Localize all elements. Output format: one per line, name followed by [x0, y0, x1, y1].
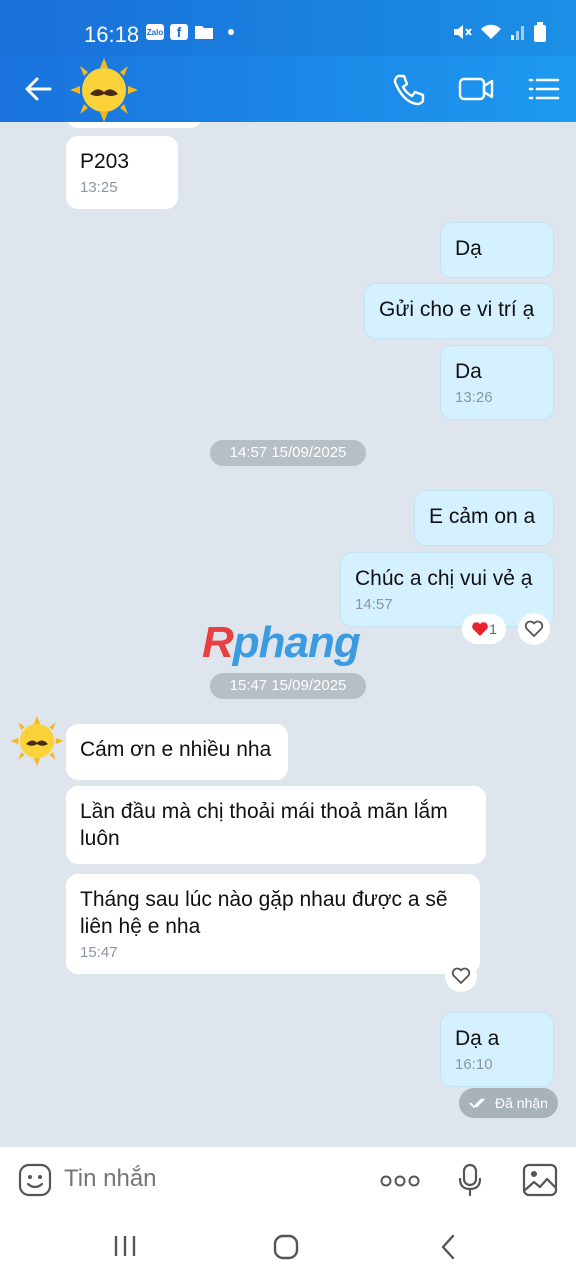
image-icon[interactable]: [522, 1163, 558, 1197]
reaction-badge[interactable]: 1: [462, 614, 506, 644]
message-bubble-partial: [66, 122, 202, 128]
message-time: 15:47: [80, 944, 118, 961]
message-text: P203: [80, 150, 130, 173]
system-icons: [452, 22, 546, 42]
notification-icons: Zalo f: [146, 24, 234, 40]
message-time: 14:57: [355, 596, 393, 613]
message-bubble[interactable]: Tháng sau lúc nào gặp nhau được a sẽ liê…: [66, 874, 480, 974]
react-button[interactable]: [518, 613, 550, 645]
message-text: Da: [455, 360, 482, 383]
system-nav-bar: [0, 1212, 576, 1280]
message-text: E cảm on a: [429, 505, 536, 528]
message-text: Chúc a chị vui vẻ ạ: [355, 567, 533, 590]
message-time: 16:10: [455, 1056, 493, 1073]
message-time: 13:26: [455, 389, 493, 406]
message-text: Gửi cho e vi trí ạ: [379, 298, 535, 321]
date-separator: 14:57 15/09/2025: [210, 440, 366, 466]
message-text: Lần đầu mà chị thoải mái thoả mãn lắm lu…: [80, 800, 448, 850]
menu-list-icon[interactable]: [526, 72, 562, 106]
arrow-left-icon[interactable]: [20, 72, 56, 106]
double-check-icon: [469, 1098, 485, 1109]
heart-outline-icon: [451, 967, 471, 984]
message-bubble[interactable]: Cám ơn e nhiều nha: [66, 724, 288, 780]
phone-icon[interactable]: [390, 72, 426, 106]
signal-icon: [511, 26, 524, 40]
back-nav-icon[interactable]: [438, 1234, 458, 1260]
message-text: Dạ a: [455, 1027, 500, 1050]
watermark: Rphang: [202, 618, 361, 667]
message-text: Cám ơn e nhiều nha: [80, 738, 272, 761]
message-composer: [0, 1146, 576, 1212]
status-time: 16:18: [84, 22, 140, 47]
message-text: Dạ: [455, 237, 482, 260]
zalo-icon: Zalo: [146, 24, 164, 40]
more-options-icon[interactable]: [380, 1175, 420, 1187]
facebook-icon: f: [170, 24, 188, 40]
microphone-icon[interactable]: [458, 1163, 482, 1197]
chat-header: [0, 56, 576, 122]
delivery-status: Đã nhận: [459, 1088, 558, 1118]
message-bubble[interactable]: P203 13:25: [66, 136, 178, 209]
folder-icon: [195, 26, 213, 39]
sticker-icon[interactable]: [18, 1163, 52, 1197]
message-bubble[interactable]: Dạ a 16:10: [440, 1012, 554, 1087]
mute-icon: [454, 25, 472, 39]
message-bubble[interactable]: Chúc a chị vui vẻ ạ 14:57: [340, 552, 554, 627]
message-text: Tháng sau lúc nào gặp nhau được a sẽ liê…: [80, 888, 448, 938]
home-icon[interactable]: [272, 1233, 300, 1261]
wifi-icon: [481, 24, 501, 39]
message-time: 13:25: [80, 179, 118, 196]
react-button[interactable]: [445, 960, 477, 992]
message-bubble[interactable]: Dạ: [440, 222, 554, 278]
sender-avatar[interactable]: [10, 716, 64, 766]
heart-filled-icon: [472, 622, 488, 636]
heart-outline-icon: [524, 620, 544, 637]
status-bar: 16:18 Zalo f: [0, 0, 576, 56]
message-bubble[interactable]: Gửi cho e vi trí ạ: [364, 283, 554, 339]
date-separator: 15:47 15/09/2025: [210, 673, 366, 699]
reaction-count: 1: [489, 621, 497, 637]
chat-area[interactable]: P203 13:25 Dạ Gửi cho e vi trí ạ Da 13:2…: [0, 122, 576, 1146]
message-bubble[interactable]: Da 13:26: [440, 345, 554, 420]
message-input[interactable]: [64, 1165, 324, 1193]
delivery-status-text: Đã nhận: [495, 1095, 548, 1111]
message-bubble[interactable]: Lần đầu mà chị thoải mái thoả mãn lắm lu…: [66, 786, 486, 864]
battery-icon: [534, 22, 546, 42]
more-notifications-icon: [228, 29, 234, 35]
recent-apps-icon[interactable]: [112, 1234, 138, 1258]
message-bubble[interactable]: E cảm on a: [414, 490, 554, 546]
video-icon[interactable]: [458, 72, 494, 106]
avatar[interactable]: [70, 58, 138, 122]
